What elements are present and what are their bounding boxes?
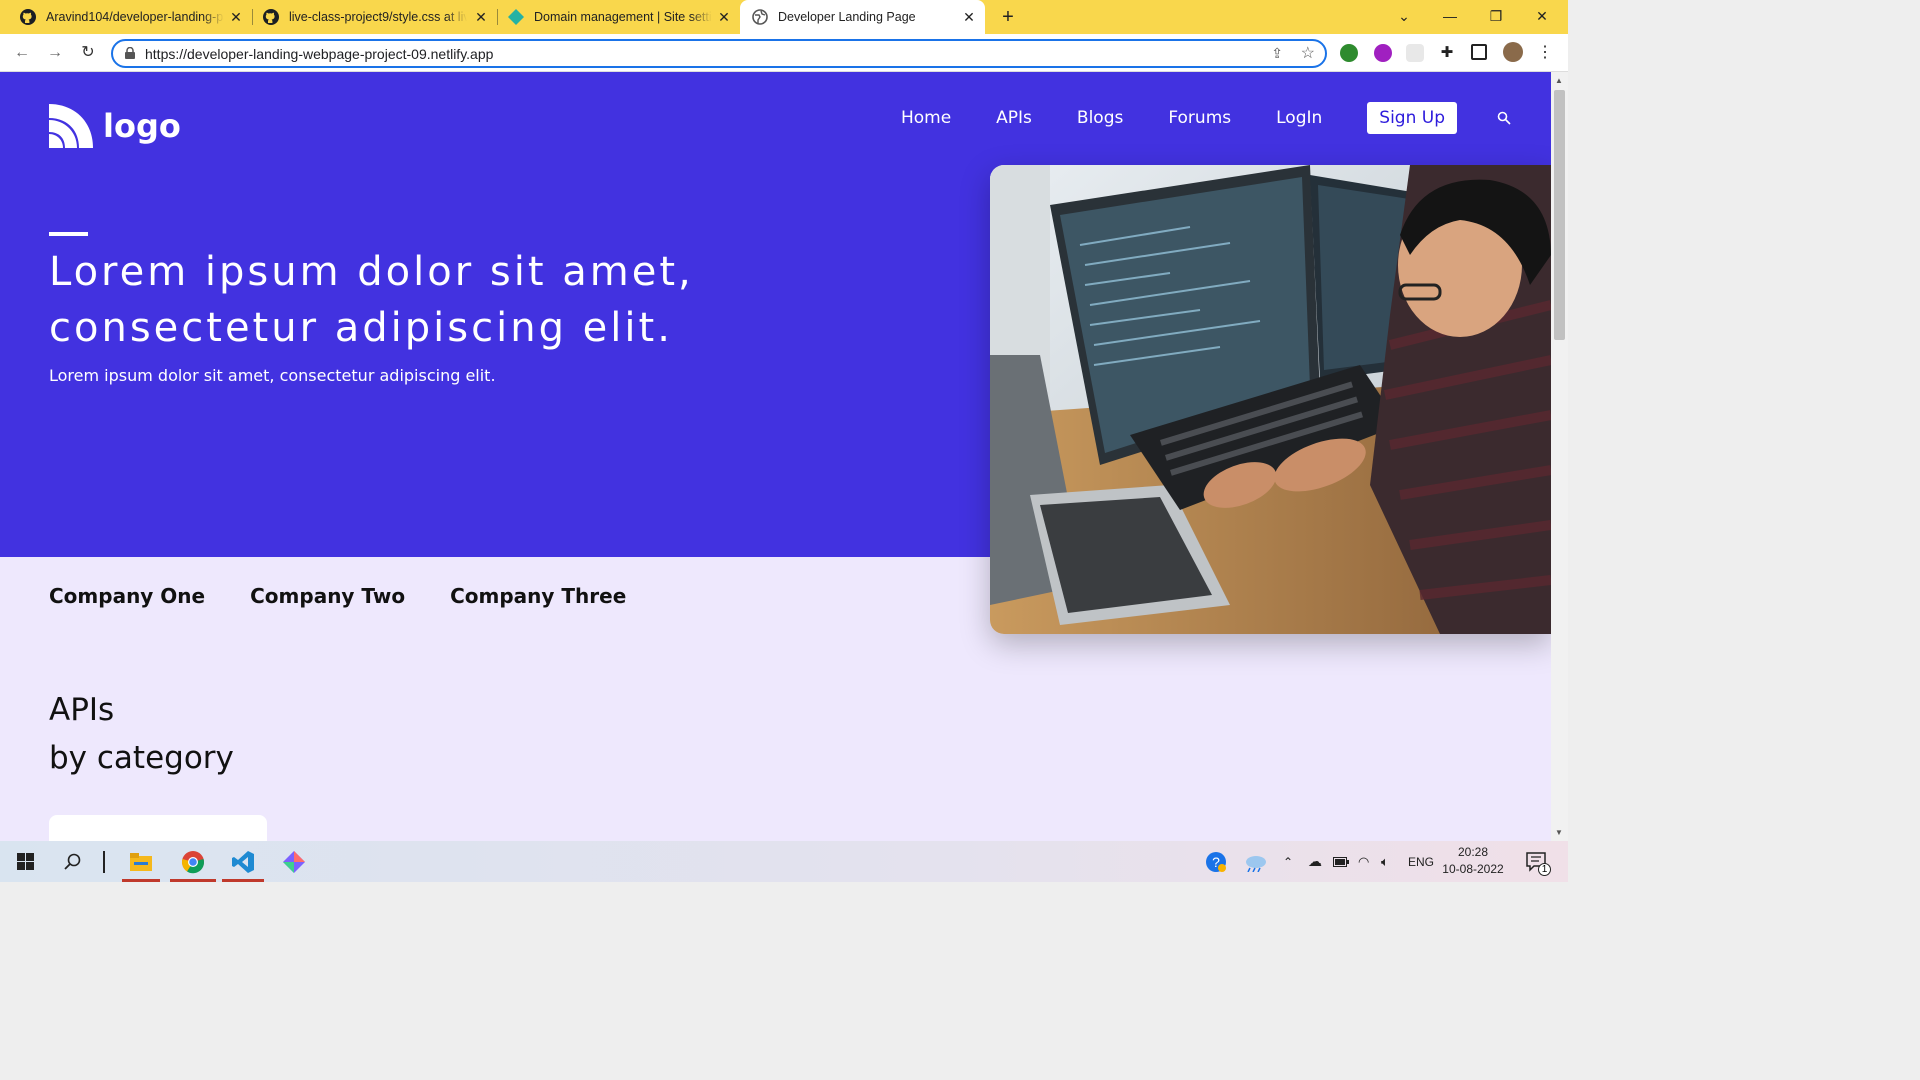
- address-bar[interactable]: https://developer-landing-webpage-projec…: [111, 39, 1327, 68]
- logo-mark-icon: [49, 104, 93, 148]
- nav-apis[interactable]: APIs: [996, 108, 1032, 128]
- scroll-up-icon[interactable]: ▲: [1555, 76, 1563, 85]
- file-explorer-icon[interactable]: [122, 841, 160, 882]
- taskbar-clock[interactable]: 20:28 10-08-2022: [1440, 844, 1506, 878]
- search-icon[interactable]: [1497, 111, 1511, 125]
- github-icon: [20, 9, 36, 25]
- close-tab-icon[interactable]: ✕: [716, 9, 732, 25]
- forward-button[interactable]: →: [44, 42, 66, 64]
- close-tab-icon[interactable]: ✕: [228, 9, 244, 25]
- task-view-icon[interactable]: [98, 841, 110, 882]
- windows-start-icon[interactable]: [10, 841, 40, 882]
- api-category-card[interactable]: [49, 815, 267, 841]
- apis-heading-line-2: by category: [49, 740, 234, 776]
- show-hidden-icons-icon[interactable]: ⌃: [1283, 841, 1293, 882]
- wifi-icon[interactable]: ◠: [1358, 841, 1369, 882]
- nav-forums[interactable]: Forums: [1168, 108, 1231, 128]
- new-tab-button[interactable]: +: [996, 5, 1020, 29]
- close-tab-icon[interactable]: ✕: [961, 9, 977, 25]
- windows-taskbar: ? ⌃ ☁ ◠ 🔈︎ ENG 20:28 10-08-2022 1: [0, 841, 1568, 882]
- tab-search-icon[interactable]: ⌄: [1381, 0, 1427, 34]
- netlify-icon: [508, 9, 524, 25]
- tab-title: Aravind104/developer-landing-page: [46, 10, 224, 24]
- main-nav: Home APIs Blogs Forums LogIn Sign Up: [901, 100, 1551, 136]
- logo-text: logo: [103, 107, 181, 145]
- clock-date: 10-08-2022: [1442, 862, 1504, 876]
- running-indicator: [122, 879, 160, 882]
- vscode-icon[interactable]: [222, 841, 264, 882]
- weather-icon[interactable]: [1240, 841, 1270, 882]
- search-icon[interactable]: [58, 841, 88, 882]
- tab-github-repo[interactable]: Aravind104/developer-landing-page ✕: [0, 0, 252, 34]
- extension-tree-icon[interactable]: [1340, 44, 1358, 62]
- extensions-puzzle-icon[interactable]: ✚: [1438, 44, 1456, 62]
- scrollbar-thumb[interactable]: [1554, 90, 1565, 340]
- language-indicator[interactable]: ENG: [1408, 841, 1434, 882]
- clock-time: 20:28: [1457, 845, 1489, 859]
- webpage: logo Home APIs Blogs Forums LogIn Sign U…: [0, 72, 1551, 841]
- company-three: Company Three: [450, 584, 627, 608]
- apis-heading-line-1: APIs: [49, 692, 115, 728]
- help-icon[interactable]: ?: [1203, 841, 1229, 882]
- minimize-button[interactable]: —: [1427, 0, 1473, 34]
- hero-title-line-1: Lorem ipsum dolor sit amet,: [49, 249, 694, 295]
- close-tab-icon[interactable]: ✕: [473, 9, 489, 25]
- app-diamond-icon[interactable]: [274, 841, 314, 882]
- notification-count-badge: 1: [1538, 863, 1551, 876]
- menu-kebab-icon[interactable]: ⋮: [1536, 44, 1554, 62]
- tab-netlify[interactable]: Domain management | Site settings ✕: [498, 0, 740, 34]
- hero-title: Lorem ipsum dolor sit amet, consectetur …: [49, 244, 694, 356]
- tab-github-style[interactable]: live-class-project9/style.css at live ✕: [253, 0, 497, 34]
- hero-developer-photo: [990, 165, 1551, 634]
- notifications-icon[interactable]: 1: [1522, 841, 1552, 882]
- browser-toolbar: ← → ↻ https://developer-landing-webpage-…: [0, 34, 1568, 72]
- running-indicator: [222, 879, 264, 882]
- hero-accent-line: [49, 232, 88, 236]
- companies-row: Company One Company Two Company Three: [49, 584, 671, 608]
- url-text: https://developer-landing-webpage-projec…: [145, 46, 494, 62]
- tab-strip: Aravind104/developer-landing-page ✕ live…: [0, 0, 1568, 34]
- onedrive-icon[interactable]: ☁: [1308, 841, 1322, 882]
- globe-icon: [752, 9, 768, 25]
- extension-blank-icon[interactable]: [1406, 44, 1424, 62]
- volume-icon[interactable]: 🔈︎: [1381, 841, 1389, 882]
- nav-login[interactable]: LogIn: [1276, 108, 1322, 128]
- nav-home[interactable]: Home: [901, 108, 951, 128]
- hero-title-line-2: consectetur adipiscing elit.: [49, 305, 673, 351]
- chrome-icon[interactable]: [170, 841, 216, 882]
- restore-button[interactable]: ❐: [1473, 0, 1519, 34]
- reload-button[interactable]: ↻: [77, 42, 99, 64]
- nav-blogs[interactable]: Blogs: [1077, 108, 1123, 128]
- bookmark-star-icon[interactable]: ☆: [1301, 43, 1315, 63]
- site-logo[interactable]: logo: [49, 104, 181, 148]
- scroll-down-icon[interactable]: ▼: [1555, 828, 1563, 837]
- lock-icon: [125, 47, 135, 59]
- hero-subtitle: Lorem ipsum dolor sit amet, consectetur …: [49, 366, 496, 385]
- running-indicator: [170, 879, 216, 882]
- tab-title: Developer Landing Page: [778, 10, 916, 24]
- back-button[interactable]: ←: [11, 42, 33, 64]
- tab-title: Domain management | Site settings: [534, 10, 712, 24]
- side-panel-icon[interactable]: [1471, 44, 1487, 60]
- extension-purple-icon[interactable]: [1374, 44, 1392, 62]
- company-two: Company Two: [250, 584, 406, 608]
- github-icon: [263, 9, 279, 25]
- close-window-button[interactable]: ✕: [1519, 0, 1565, 34]
- page-scrollbar[interactable]: ▲ ▼: [1551, 72, 1568, 841]
- tab-developer-landing[interactable]: Developer Landing Page ✕: [740, 0, 985, 34]
- company-one: Company One: [49, 584, 206, 608]
- tab-title: live-class-project9/style.css at live: [289, 10, 467, 24]
- share-icon[interactable]: ⇪: [1271, 45, 1283, 62]
- profile-avatar[interactable]: [1503, 42, 1523, 62]
- battery-icon[interactable]: [1333, 841, 1349, 882]
- apis-heading: APIs by category: [49, 686, 234, 782]
- signup-button[interactable]: Sign Up: [1367, 102, 1457, 134]
